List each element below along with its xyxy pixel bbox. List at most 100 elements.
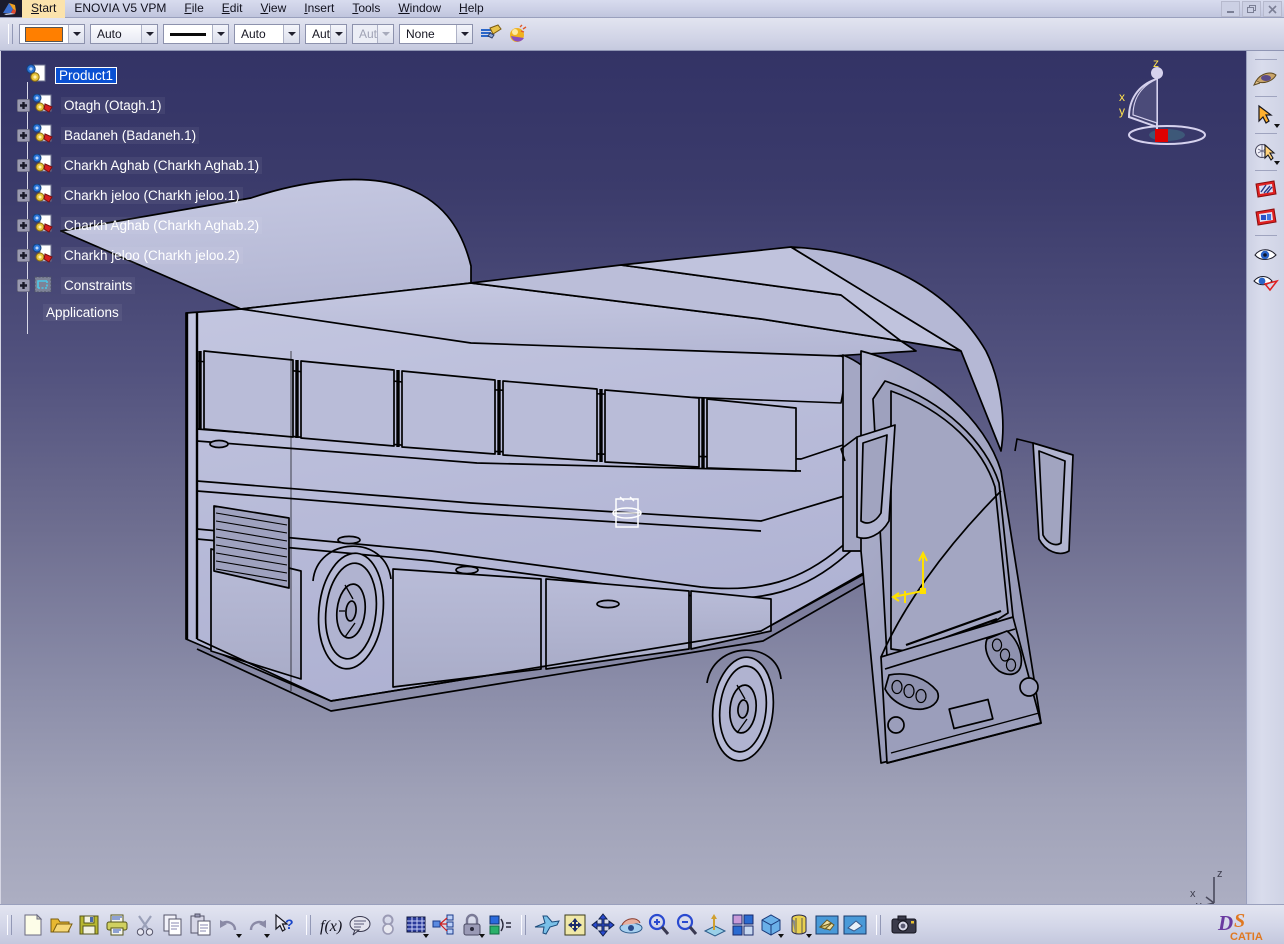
- sketch-tracer-button[interactable]: [1250, 175, 1282, 203]
- whats-this-button[interactable]: ?: [271, 910, 299, 940]
- chevron-down-icon[interactable]: [806, 933, 812, 938]
- expand-icon[interactable]: [16, 218, 31, 232]
- chevron-down-icon[interactable]: [1273, 161, 1280, 165]
- specification-tree[interactable]: Product1 Otagh (Otagh.1) Badaneh (Badane…: [11, 60, 263, 334]
- menu-insert[interactable]: Insert: [295, 0, 343, 18]
- swap-visible-button[interactable]: [841, 910, 869, 940]
- copy-button[interactable]: [159, 910, 187, 940]
- fit-all-button[interactable]: [561, 910, 589, 940]
- svg-text:?: ?: [285, 916, 294, 932]
- menu-file[interactable]: File: [175, 0, 212, 18]
- new-button[interactable]: [19, 910, 47, 940]
- rotate-button[interactable]: [617, 910, 645, 940]
- visible-mode-button[interactable]: [1250, 240, 1282, 268]
- snap-select-button[interactable]: [1250, 138, 1282, 166]
- toolbar-grip[interactable]: [8, 24, 13, 44]
- 3d-viewport[interactable]: z x y z x y: [1, 51, 1246, 904]
- line-weight-combo[interactable]: Auto: [234, 24, 300, 44]
- tree-node-otagh-1[interactable]: Otagh (Otagh.1): [16, 90, 262, 120]
- tree-node-charkh-jeloo-1[interactable]: Charkh jeloo (Charkh jeloo.1): [16, 180, 262, 210]
- zoom-in-button[interactable]: [645, 910, 673, 940]
- cut-button[interactable]: [131, 910, 159, 940]
- formula-button[interactable]: f(x): [318, 910, 346, 940]
- menu-enovia-v5-vpm[interactable]: ENOVIA V5 VPM: [65, 0, 175, 18]
- hidden-mode-button[interactable]: [1250, 268, 1282, 296]
- toolbar-separator[interactable]: [521, 914, 526, 935]
- multi-view-button[interactable]: [729, 910, 757, 940]
- expand-icon[interactable]: [16, 248, 31, 262]
- chevron-down-icon[interactable]: [456, 25, 472, 43]
- view-compass[interactable]: z x y: [1111, 55, 1221, 155]
- chevron-down-icon[interactable]: [1273, 124, 1280, 128]
- zoom-out-button[interactable]: [673, 910, 701, 940]
- tree-node-charkh-jeloo-2[interactable]: Charkh jeloo (Charkh jeloo.2): [16, 240, 262, 270]
- design-table-button[interactable]: [402, 910, 430, 940]
- redo-button[interactable]: [243, 910, 271, 940]
- restore-button[interactable]: [1242, 1, 1261, 17]
- fly-through-button[interactable]: [533, 910, 561, 940]
- chevron-down-icon[interactable]: [212, 25, 228, 43]
- menu-edit[interactable]: Edit: [213, 0, 252, 18]
- expand-icon[interactable]: [16, 188, 31, 202]
- apply-material-button[interactable]: [504, 22, 530, 46]
- image-capture-button[interactable]: [1250, 203, 1282, 231]
- menu-start[interactable]: SStarttart: [22, 0, 66, 18]
- lock-parameter-button[interactable]: [374, 910, 402, 940]
- expand-icon[interactable]: [16, 98, 31, 112]
- tree-node-constraints[interactable]: Constraints: [16, 270, 262, 300]
- expand-icon[interactable]: [16, 158, 31, 172]
- print-button[interactable]: [103, 910, 131, 940]
- chevron-down-icon[interactable]: [479, 933, 485, 938]
- hide-show-button[interactable]: [813, 910, 841, 940]
- painter-brush-button[interactable]: [478, 22, 504, 46]
- line-style-combo[interactable]: [163, 24, 229, 44]
- select-button[interactable]: [1250, 101, 1282, 129]
- chevron-down-icon[interactable]: [236, 933, 242, 938]
- paste-button[interactable]: [187, 910, 215, 940]
- normal-view-button[interactable]: [701, 910, 729, 940]
- tree-node-charkh-aghab-2[interactable]: Charkh Aghab (Charkh Aghab.2): [16, 210, 263, 240]
- catia-app-icon[interactable]: [0, 0, 22, 17]
- expand-icon[interactable]: [16, 128, 31, 142]
- tree-node-badaneh-1[interactable]: Badaneh (Badaneh.1): [16, 120, 262, 150]
- fill-color-combo[interactable]: [19, 24, 85, 44]
- knowledge-lock-button[interactable]: [458, 910, 486, 940]
- render-style-button[interactable]: [785, 910, 813, 940]
- capture-button[interactable]: [888, 910, 922, 940]
- chevron-down-icon[interactable]: [141, 25, 157, 43]
- tree-node-applications[interactable]: Applications: [17, 300, 262, 324]
- menu-help[interactable]: Help: [450, 0, 493, 18]
- expand-icon[interactable]: [16, 278, 31, 292]
- rendering-style-combo[interactable]: None: [399, 24, 473, 44]
- toolbar-separator[interactable]: [306, 914, 311, 935]
- chevron-down-icon[interactable]: [283, 25, 299, 43]
- transparency-combo[interactable]: Auto: [90, 24, 158, 44]
- save-button[interactable]: [75, 910, 103, 940]
- toolbar-separator[interactable]: [876, 914, 881, 935]
- minimize-button[interactable]: [1221, 1, 1240, 17]
- standard-and-view-toolbar: ? f(x) D S CATIA: [0, 904, 1284, 944]
- isometric-view-button[interactable]: [757, 910, 785, 940]
- point-symbol-combo[interactable]: Aut: [305, 24, 347, 44]
- rendering-style-value: None: [406, 27, 435, 41]
- menu-window[interactable]: Window: [389, 0, 450, 18]
- undo-button[interactable]: [215, 910, 243, 940]
- pan-button[interactable]: [589, 910, 617, 940]
- relations-button[interactable]: [430, 910, 458, 940]
- tree-node-product1[interactable]: Product1: [11, 60, 262, 90]
- chevron-down-icon[interactable]: [778, 933, 784, 938]
- open-button[interactable]: [47, 910, 75, 940]
- chevron-down-icon[interactable]: [68, 25, 84, 43]
- close-button[interactable]: [1263, 1, 1282, 17]
- layer-value: Aut: [359, 27, 377, 41]
- comment-button[interactable]: [346, 910, 374, 940]
- menu-view[interactable]: View: [251, 0, 295, 18]
- menu-tools[interactable]: Tools: [343, 0, 389, 18]
- fly-mode-button[interactable]: [1250, 64, 1282, 92]
- tree-node-charkh-aghab-1[interactable]: Charkh Aghab (Charkh Aghab.1): [16, 150, 263, 180]
- toolbar-separator[interactable]: [7, 914, 12, 935]
- equivalent-dim-button[interactable]: [486, 910, 514, 940]
- chevron-down-icon[interactable]: [264, 933, 270, 938]
- chevron-down-icon[interactable]: [423, 933, 429, 938]
- chevron-down-icon[interactable]: [330, 25, 346, 43]
